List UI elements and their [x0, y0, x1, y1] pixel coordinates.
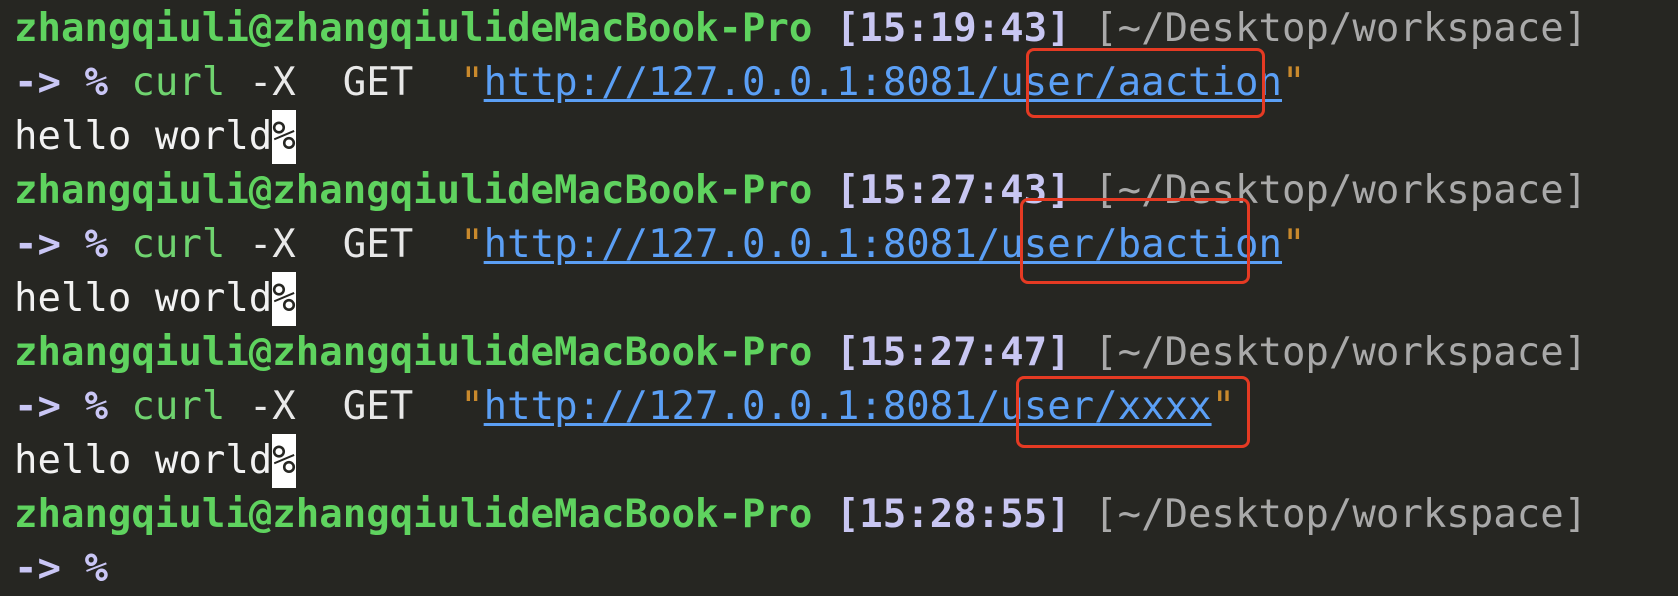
prompt-symbol: %: [84, 546, 108, 591]
highlight-box-aaction: [1026, 48, 1265, 118]
prompt-line: zhangqiuli@zhangqiulideMacBook-Pro [15:2…: [14, 164, 1587, 218]
prompt-user-host: zhangqiuli@zhangqiulideMacBook-Pro: [14, 6, 813, 51]
command-output: hello world: [14, 114, 273, 159]
no-newline-marker: %: [272, 272, 296, 326]
prompt-time: [15:27:47]: [835, 330, 1071, 375]
prompt-user-host: zhangqiuli@zhangqiulideMacBook-Pro: [14, 168, 813, 213]
prompt-user-host: zhangqiuli@zhangqiulideMacBook-Pro: [14, 492, 813, 537]
prompt-symbol: %: [84, 60, 108, 105]
prompt-arrow: ->: [14, 384, 61, 429]
prompt-line: zhangqiuli@zhangqiulideMacBook-Pro [15:2…: [14, 488, 1587, 542]
command-line-active[interactable]: -> %: [14, 542, 108, 596]
command-output: hello world: [14, 276, 273, 321]
prompt-arrow: ->: [14, 546, 61, 591]
output-line: hello world%: [14, 434, 296, 488]
command-method: GET: [342, 60, 414, 105]
prompt-line: zhangqiuli@zhangqiulideMacBook-Pro [15:2…: [14, 326, 1587, 380]
no-newline-marker: %: [272, 434, 296, 488]
command-name: curl: [131, 222, 226, 267]
prompt-arrow: ->: [14, 60, 61, 105]
prompt-arrow: ->: [14, 222, 61, 267]
quote-close: ": [1282, 60, 1306, 105]
command-output: hello world: [14, 438, 273, 483]
command-name: curl: [131, 384, 226, 429]
command-flag: -X: [248, 60, 296, 105]
quote-open: ": [460, 60, 484, 105]
prompt-symbol: %: [84, 384, 108, 429]
command-method: GET: [342, 384, 414, 429]
prompt-line: zhangqiuli@zhangqiulideMacBook-Pro [15:1…: [14, 2, 1587, 56]
terminal-window[interactable]: zhangqiuli@zhangqiulideMacBook-Pro [15:1…: [0, 0, 1678, 591]
no-newline-marker: %: [272, 110, 296, 164]
command-flag: -X: [248, 222, 296, 267]
quote-open: ": [460, 222, 484, 267]
prompt-user-host: zhangqiuli@zhangqiulideMacBook-Pro: [14, 330, 813, 375]
prompt-time: [15:28:55]: [835, 492, 1071, 537]
command-method: GET: [342, 222, 414, 267]
quote-open: ": [460, 384, 484, 429]
prompt-path: [~/Desktop/workspace]: [1094, 6, 1588, 51]
prompt-path: [~/Desktop/workspace]: [1094, 330, 1588, 375]
prompt-symbol: %: [84, 222, 108, 267]
prompt-time: [15:19:43]: [835, 6, 1071, 51]
command-flag: -X: [248, 384, 296, 429]
output-line: hello world%: [14, 110, 296, 164]
highlight-box-baction: [1020, 198, 1250, 284]
command-name: curl: [131, 60, 226, 105]
prompt-path: [~/Desktop/workspace]: [1094, 492, 1588, 537]
output-line: hello world%: [14, 272, 296, 326]
quote-close: ": [1282, 222, 1306, 267]
highlight-box-xxxx: [1016, 376, 1250, 448]
